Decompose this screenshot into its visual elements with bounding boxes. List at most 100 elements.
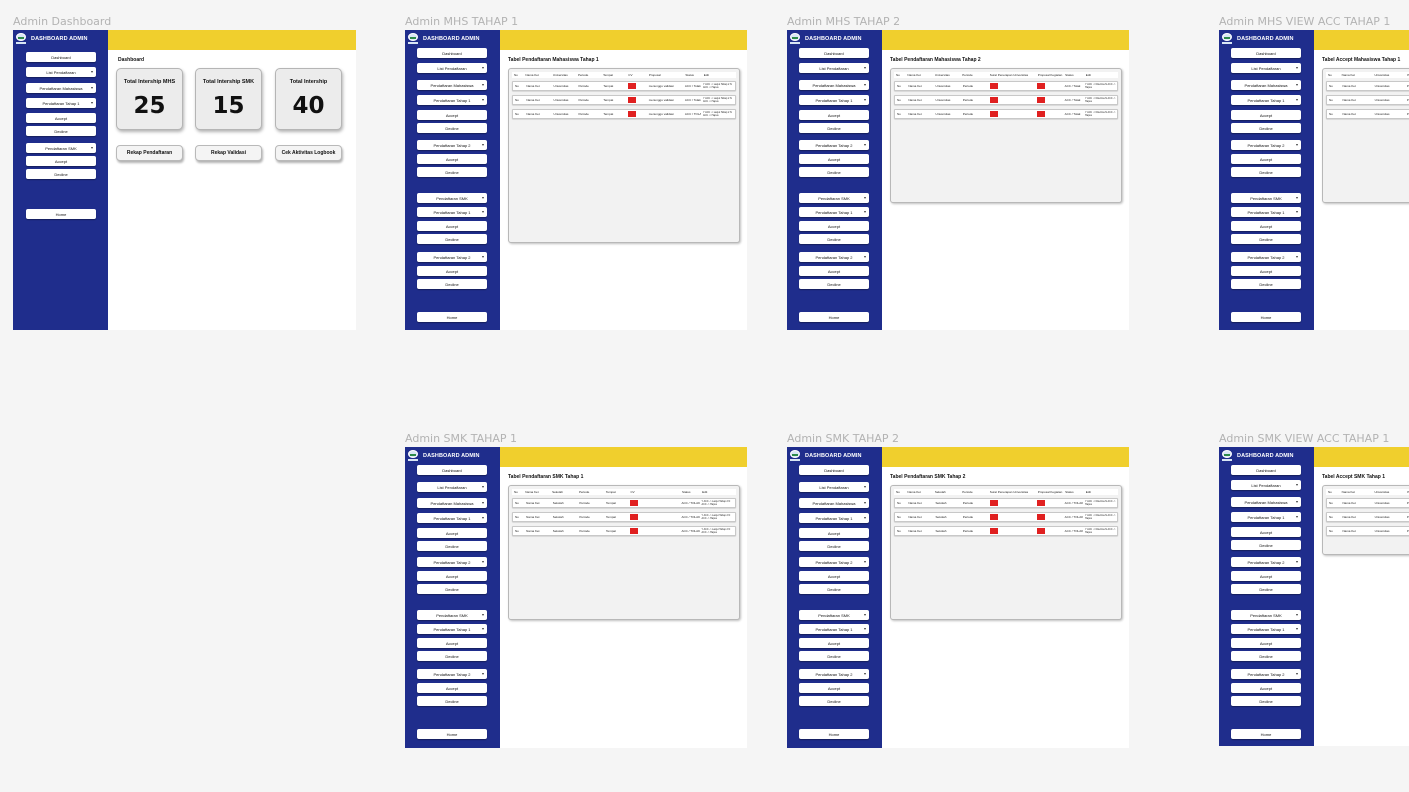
document-file-icon[interactable] — [626, 96, 646, 104]
nav-smk-tahap-2[interactable]: Pendaftaran Tahap 2 ▾ — [1231, 669, 1301, 679]
nav-pendaftaran-smk[interactable]: Pendaftaran SMK ▾ — [799, 193, 869, 203]
edit-cell[interactable]: Y ACC -> Diterima N ACC -> Hapus — [1083, 97, 1117, 103]
document-file-icon[interactable] — [628, 513, 679, 521]
table-cell[interactable]: ACC / Tolak — [683, 98, 701, 102]
nav-home[interactable]: Home — [417, 312, 487, 322]
nav-decline[interactable]: Decline — [1231, 540, 1301, 550]
document-file-icon[interactable] — [1035, 499, 1062, 507]
nav-home[interactable]: Home — [799, 312, 869, 322]
file-thumbnail-icon[interactable] — [630, 527, 639, 534]
nav-decline-2[interactable]: Decline — [799, 167, 869, 177]
nav-pendaftaran-smk[interactable]: Pendaftaran SMK ▾ — [1231, 193, 1301, 203]
nav-decline-2[interactable]: Decline — [1231, 167, 1301, 177]
nav-decline-4[interactable]: Decline — [799, 279, 869, 289]
nav-accept[interactable]: Accept — [1231, 527, 1301, 537]
nav-accept-2[interactable]: Accept — [799, 154, 869, 164]
nav-pendaftaran-tahap-2[interactable]: Pendaftaran Tahap 2 ▾ — [1231, 557, 1301, 567]
nav-accept-4[interactable]: Accept — [799, 266, 869, 276]
file-thumbnail-icon[interactable] — [1037, 527, 1046, 534]
nav-decline-4[interactable]: Decline — [799, 696, 869, 706]
file-thumbnail-icon[interactable] — [628, 96, 637, 103]
nav-smk-tahap-1[interactable]: Pendaftaran Tahap 1 ▾ — [1231, 207, 1301, 217]
cek-aktivitas-logbook-button[interactable]: Cek Aktivitas Logbook — [275, 145, 342, 161]
document-file-icon[interactable] — [988, 82, 1036, 90]
nav-list-pendaftaran[interactable]: List Pendaftaran ▾ — [26, 67, 96, 77]
nav-smk-tahap-1[interactable]: Pendaftaran Tahap 1 ▾ — [417, 624, 487, 634]
nav-accept-4[interactable]: Accept — [799, 683, 869, 693]
nav-accept-3[interactable]: Accept — [417, 221, 487, 231]
file-thumbnail-icon[interactable] — [989, 82, 998, 89]
nav-dashboard[interactable]: Dashboard — [1231, 48, 1301, 58]
document-file-icon[interactable] — [626, 110, 646, 118]
nav-decline-4[interactable]: Decline — [1231, 696, 1301, 706]
document-file-icon[interactable] — [1035, 82, 1062, 90]
nav-accept-2[interactable]: Accept — [417, 154, 487, 164]
nav-decline-3[interactable]: Decline — [1231, 234, 1301, 244]
nav-list-pendaftaran[interactable]: List Pendaftaran ▾ — [417, 63, 487, 73]
nav-pendaftaran-tahap-1[interactable]: Pendaftaran Tahap 1 ▾ — [417, 95, 487, 105]
nav-accept-3[interactable]: Accept — [799, 221, 869, 231]
nav-dashboard[interactable]: Dashboard — [26, 52, 96, 62]
table-cell[interactable]: ACC / TOLAK — [1063, 501, 1083, 505]
nav-pendaftaran-mahasiswa[interactable]: Pendaftaran Mahasiswa ▾ — [26, 83, 96, 93]
nav-smk-tahap-1[interactable]: Pendaftaran Tahap 1 ▾ — [1231, 624, 1301, 634]
nav-smk-tahap-1[interactable]: Pendaftaran Tahap 1 ▾ — [417, 207, 487, 217]
document-file-icon[interactable] — [988, 110, 1036, 118]
table-cell[interactable]: ACC / TOLAK — [680, 501, 700, 505]
file-thumbnail-icon[interactable] — [1037, 82, 1046, 89]
document-file-icon[interactable] — [626, 82, 646, 90]
file-thumbnail-icon[interactable] — [989, 513, 998, 520]
nav-accept-3[interactable]: Accept — [1231, 638, 1301, 648]
file-thumbnail-icon[interactable] — [989, 110, 998, 117]
nav-pendaftaran-smk[interactable]: Pendaftaran SMK ▾ — [799, 610, 869, 620]
nav-list-pendaftaran[interactable]: List Pendaftaran ▾ — [1231, 63, 1301, 73]
nav-pendaftaran-tahap-1[interactable]: Pendaftaran Tahap 1 ▾ — [1231, 95, 1301, 105]
nav-list-pendaftaran[interactable]: List Pendaftaran ▾ — [799, 482, 869, 492]
file-thumbnail-icon[interactable] — [989, 499, 998, 506]
file-thumbnail-icon[interactable] — [630, 513, 639, 520]
nav-pendaftaran-smk[interactable]: Pendaftaran SMK ▾ — [26, 143, 96, 153]
nav-dashboard[interactable]: Dashboard — [799, 465, 869, 475]
nav-home[interactable]: Home — [417, 729, 487, 739]
document-file-icon[interactable] — [1035, 96, 1062, 104]
nav-accept-2[interactable]: Accept — [417, 571, 487, 581]
table-cell[interactable]: ACC / Tolak — [1063, 84, 1083, 88]
file-thumbnail-icon[interactable] — [989, 527, 998, 534]
nav-home[interactable]: Home — [26, 209, 96, 219]
nav-decline-3[interactable]: Decline — [1231, 651, 1301, 661]
nav-dashboard[interactable]: Dashboard — [417, 465, 487, 475]
nav-accept[interactable]: Accept — [799, 528, 869, 538]
edit-cell[interactable]: Y ACC -> Lanjut Tahap 2 N ACC -> Hapus — [701, 97, 735, 103]
file-thumbnail-icon[interactable] — [628, 82, 637, 89]
nav-accept-4[interactable]: Accept — [417, 266, 487, 276]
nav-decline[interactable]: Decline — [799, 123, 869, 133]
nav-pendaftaran-tahap-2[interactable]: Pendaftaran Tahap 2 ▾ — [417, 557, 487, 567]
nav-pendaftaran-tahap-2[interactable]: Pendaftaran Tahap 2 ▾ — [417, 140, 487, 150]
table-cell[interactable]: ACC / TOLAK — [680, 515, 700, 519]
nav-pendaftaran-mahasiswa[interactable]: Pendaftaran Mahasiswa ▾ — [799, 80, 869, 90]
nav-accept-2[interactable]: Accept — [799, 571, 869, 581]
nav-pendaftaran-mahasiswa[interactable]: Pendaftaran Mahasiswa ▾ — [1231, 80, 1301, 90]
table-cell[interactable]: ACC / TOLAK — [1063, 515, 1083, 519]
nav-accept[interactable]: Accept — [799, 110, 869, 120]
nav-accept-4[interactable]: Accept — [1231, 266, 1301, 276]
nav-accept-4[interactable]: Accept — [417, 683, 487, 693]
nav-decline-3[interactable]: Decline — [417, 234, 487, 244]
document-file-icon[interactable] — [628, 527, 679, 535]
edit-cell[interactable]: Y ACC -> Lanjut Tahap 2 N ACC -> Hapus — [701, 111, 735, 117]
edit-cell[interactable]: Y ACC -> Lanjut Tahap 2 N ACC -> Hapus — [700, 500, 736, 506]
edit-cell[interactable]: Y ACC -> Diterima N ACC -> Hapus — [1083, 514, 1117, 520]
nav-pendaftaran-tahap-2[interactable]: Pendaftaran Tahap 2 ▾ — [799, 557, 869, 567]
nav-decline-3[interactable]: Decline — [799, 651, 869, 661]
rekap-pendaftaran-button[interactable]: Rekap Pendaftaran — [116, 145, 183, 161]
document-file-icon[interactable] — [988, 527, 1036, 535]
nav-smk-tahap-1[interactable]: Pendaftaran Tahap 1 ▾ — [799, 624, 869, 634]
file-thumbnail-icon[interactable] — [628, 110, 637, 117]
document-file-icon[interactable] — [988, 513, 1036, 521]
nav-dashboard[interactable]: Dashboard — [417, 48, 487, 58]
nav-accept[interactable]: Accept — [417, 528, 487, 538]
nav-decline-2[interactable]: Decline — [417, 167, 487, 177]
edit-cell[interactable]: Y ACC -> Diterima N ACC -> Hapus — [1083, 111, 1117, 117]
nav-pendaftaran-tahap-1[interactable]: Pendaftaran Tahap 1 ▾ — [417, 513, 487, 523]
nav-smk-tahap-2[interactable]: Pendaftaran Tahap 2 ▾ — [1231, 252, 1301, 262]
